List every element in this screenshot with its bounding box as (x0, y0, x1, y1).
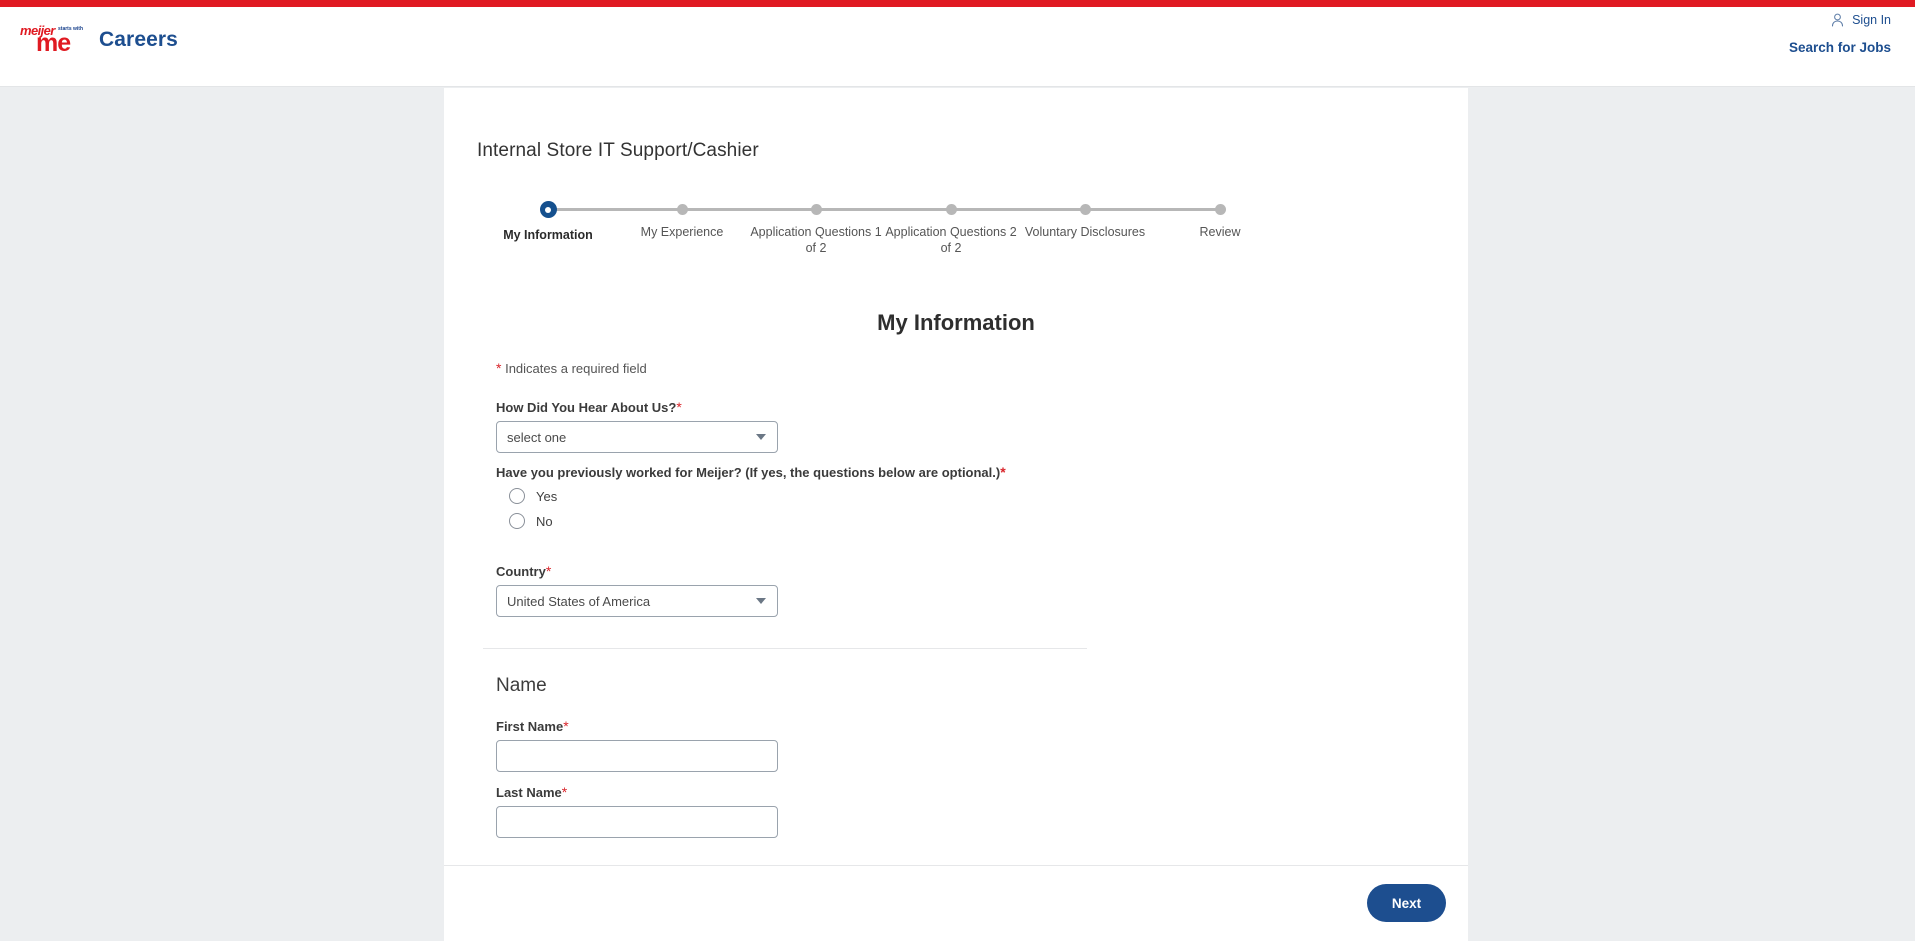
brand-block[interactable]: meijer starts with me Careers (20, 19, 178, 61)
label-text: How Did You Hear About Us? (496, 400, 677, 415)
country-label: Country* (496, 563, 1416, 579)
step-dot-icon (539, 201, 557, 218)
step-label: Application Questions 1 of 2 (750, 225, 882, 255)
logo-me-text: me (36, 29, 71, 57)
meijer-logo-icon[interactable]: meijer starts with me (20, 19, 83, 61)
required-field-note: * Indicates a required field (496, 360, 1416, 376)
radio-label: Yes (536, 488, 558, 504)
application-page-card: Internal Store IT Support/Cashier My Inf… (444, 88, 1468, 941)
required-marker-icon: * (1000, 464, 1006, 480)
chevron-down-icon (756, 598, 766, 604)
step-review[interactable]: Review (1150, 198, 1290, 240)
chevron-down-icon (756, 434, 766, 440)
how-did-you-hear-label: How Did You Hear About Us?* (496, 399, 1416, 415)
search-for-jobs-link[interactable]: Search for Jobs (1789, 40, 1891, 55)
name-section-title: Name (496, 675, 547, 696)
application-stepper: My Information My Experience Application… (444, 198, 1468, 268)
step-dot-icon (1214, 204, 1226, 215)
step-dot-icon (945, 204, 957, 215)
sign-in-label: Sign In (1852, 13, 1891, 27)
field-first-name: First Name* (496, 718, 1416, 772)
form-footer: Next (444, 865, 1468, 941)
field-country: Country* United States of America (496, 563, 1416, 617)
label-text: First Name (496, 719, 564, 734)
step-my-experience[interactable]: My Experience (612, 198, 752, 240)
careers-title: Careers (99, 28, 178, 51)
step-label: Voluntary Disclosures (1024, 225, 1146, 239)
first-name-label: First Name* (496, 718, 1416, 734)
step-label: My Experience (640, 225, 724, 239)
page-title: My Information (877, 310, 1035, 335)
section-divider (483, 648, 1087, 649)
step-label: My Information (503, 228, 593, 242)
label-text: Last Name (496, 785, 562, 800)
next-button[interactable]: Next (1367, 884, 1446, 922)
radio-option-yes[interactable]: Yes (509, 488, 1416, 504)
required-marker-icon: * (563, 718, 569, 734)
label-text: Have you previously worked for Meijer? (… (496, 465, 1001, 480)
select-value: select one (507, 429, 567, 445)
step-application-questions-2[interactable]: Application Questions 2 of 2 (881, 198, 1021, 256)
required-note-text: Indicates a required field (505, 361, 647, 376)
field-how-did-you-hear: How Did You Hear About Us?* select one (496, 399, 1416, 453)
previously-worked-label: Have you previously worked for Meijer? (… (496, 464, 1416, 480)
radio-option-no[interactable]: No (509, 513, 1416, 529)
required-marker-icon: * (561, 784, 568, 800)
my-information-form: * Indicates a required field How Did You… (483, 360, 1416, 847)
step-label: Review (1199, 225, 1241, 239)
select-value: United States of America (507, 593, 651, 609)
step-dot-icon (810, 204, 822, 215)
last-name-label: Last Name* (496, 784, 1416, 800)
job-title: Internal Store IT Support/Cashier (477, 140, 759, 161)
application-scroll-area[interactable]: Internal Store IT Support/Cashier My Inf… (444, 88, 1468, 865)
site-header: meijer starts with me Careers Sign In Se… (0, 7, 1915, 87)
radio-circle-icon (509, 488, 525, 504)
top-accent-bar (0, 0, 1915, 7)
required-marker-icon: * (676, 399, 682, 415)
header-actions: Sign In Search for Jobs (1491, 7, 1891, 87)
sign-in-button[interactable]: Sign In (1831, 13, 1891, 27)
radio-circle-icon (509, 513, 525, 529)
country-select[interactable]: United States of America (496, 585, 778, 617)
last-name-input[interactable] (496, 806, 778, 838)
field-last-name: Last Name* (496, 784, 1416, 838)
required-marker-icon: * (496, 360, 502, 376)
person-icon (1831, 13, 1844, 27)
step-label: Application Questions 2 of 2 (885, 225, 1017, 255)
field-previously-worked: Have you previously worked for Meijer? (… (496, 464, 1416, 529)
first-name-input[interactable] (496, 740, 778, 772)
label-text: Country (496, 564, 546, 579)
step-application-questions-1[interactable]: Application Questions 1 of 2 (746, 198, 886, 256)
step-my-information[interactable]: My Information (478, 198, 618, 243)
step-dot-icon (676, 204, 688, 215)
step-voluntary-disclosures[interactable]: Voluntary Disclosures (1015, 198, 1155, 240)
radio-label: No (536, 513, 553, 529)
required-marker-icon: * (545, 563, 552, 579)
step-dot-icon (1079, 204, 1091, 215)
how-did-you-hear-select[interactable]: select one (496, 421, 778, 453)
